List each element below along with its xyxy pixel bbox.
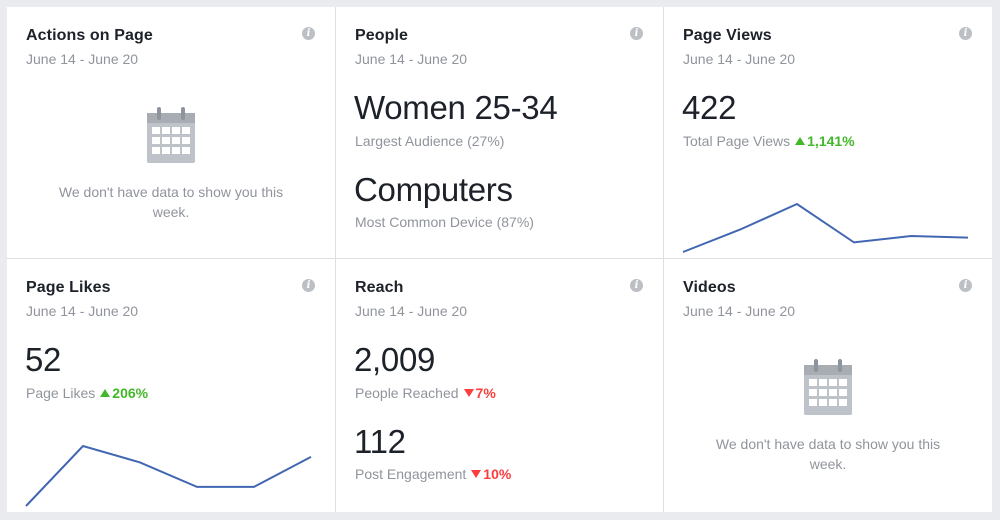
- sparkline-line: [682, 202, 969, 253]
- card-title[interactable]: Page Likes: [26, 279, 111, 297]
- card-title[interactable]: Actions on Page: [26, 27, 153, 45]
- post-engagement-value: 112: [354, 423, 406, 460]
- post-engagement-label: Post Engagement: [355, 466, 467, 482]
- insights-overview-grid: Actions on Page June 14 - June 20 i We d…: [7, 7, 992, 512]
- people-reached-value: 2,009: [354, 341, 436, 378]
- empty-state: We don't have data to show you this week…: [7, 107, 335, 222]
- card-date-range: June 14 - June 20: [355, 51, 468, 67]
- people-card[interactable]: People June 14 - June 20 i Women 25-34 L…: [336, 7, 663, 258]
- page-likes-label: Page Likes: [26, 385, 96, 401]
- card-title[interactable]: Page Views: [683, 27, 772, 45]
- people-reached-label: People Reached: [355, 385, 459, 401]
- empty-state-message: We don't have data to show you this week…: [58, 184, 284, 220]
- info-icon[interactable]: i: [630, 279, 643, 292]
- card-date-range: June 14 - June 20: [683, 303, 796, 319]
- people-reached-change: 7%: [475, 385, 496, 401]
- info-icon[interactable]: i: [302, 27, 315, 40]
- page-likes-sparkline: [25, 444, 312, 507]
- card-title[interactable]: Reach: [355, 279, 404, 297]
- empty-state: We don't have data to show you this week…: [664, 359, 992, 474]
- largest-audience-value: Women 25-34: [354, 89, 558, 126]
- page-likes-label-row: Page Likes 206%: [26, 385, 148, 401]
- page-views-label: Total Page Views: [683, 133, 791, 149]
- calendar-icon: [804, 359, 852, 415]
- info-icon[interactable]: i: [630, 27, 643, 40]
- common-device-label: Most Common Device (87%): [355, 214, 534, 230]
- calendar-icon: [147, 107, 195, 163]
- post-engagement-label-row: Post Engagement 10%: [355, 466, 511, 482]
- page-views-value: 422: [682, 89, 737, 126]
- people-reached-label-row: People Reached 7%: [355, 385, 496, 401]
- page-likes-value: 52: [25, 341, 62, 378]
- empty-state-message: We don't have data to show you this week…: [715, 436, 941, 472]
- info-icon[interactable]: i: [959, 279, 972, 292]
- card-title[interactable]: Videos: [683, 279, 736, 297]
- page-views-change: 1,141%: [807, 133, 855, 149]
- info-icon[interactable]: i: [302, 279, 315, 292]
- page-likes-card[interactable]: Page Likes June 14 - June 20 i 52 Page L…: [7, 259, 335, 512]
- trend-down-icon: [471, 470, 482, 478]
- common-device-value: Computers: [354, 171, 513, 208]
- page-views-card[interactable]: Page Views June 14 - June 20 i 422 Total…: [664, 7, 992, 258]
- videos-card[interactable]: Videos June 14 - June 20 i We don't have…: [664, 259, 992, 512]
- card-date-range: June 14 - June 20: [355, 303, 468, 319]
- card-title[interactable]: People: [355, 27, 408, 45]
- info-icon[interactable]: i: [959, 27, 972, 40]
- largest-audience-label: Largest Audience (27%): [355, 133, 505, 149]
- card-date-range: June 14 - June 20: [683, 51, 796, 67]
- page-views-sparkline: [682, 202, 969, 253]
- trend-down-icon: [463, 389, 474, 397]
- post-engagement-change: 10%: [483, 466, 512, 482]
- reach-card[interactable]: Reach June 14 - June 20 i 2,009 People R…: [336, 259, 663, 512]
- trend-up-icon: [100, 389, 111, 397]
- actions-on-page-card[interactable]: Actions on Page June 14 - June 20 i We d…: [7, 7, 335, 258]
- card-date-range: June 14 - June 20: [26, 303, 139, 319]
- page-likes-change: 206%: [112, 385, 149, 401]
- sparkline-line: [25, 444, 312, 507]
- page-views-label-row: Total Page Views 1,141%: [683, 133, 855, 149]
- trend-up-icon: [795, 137, 806, 145]
- card-date-range: June 14 - June 20: [26, 51, 139, 67]
